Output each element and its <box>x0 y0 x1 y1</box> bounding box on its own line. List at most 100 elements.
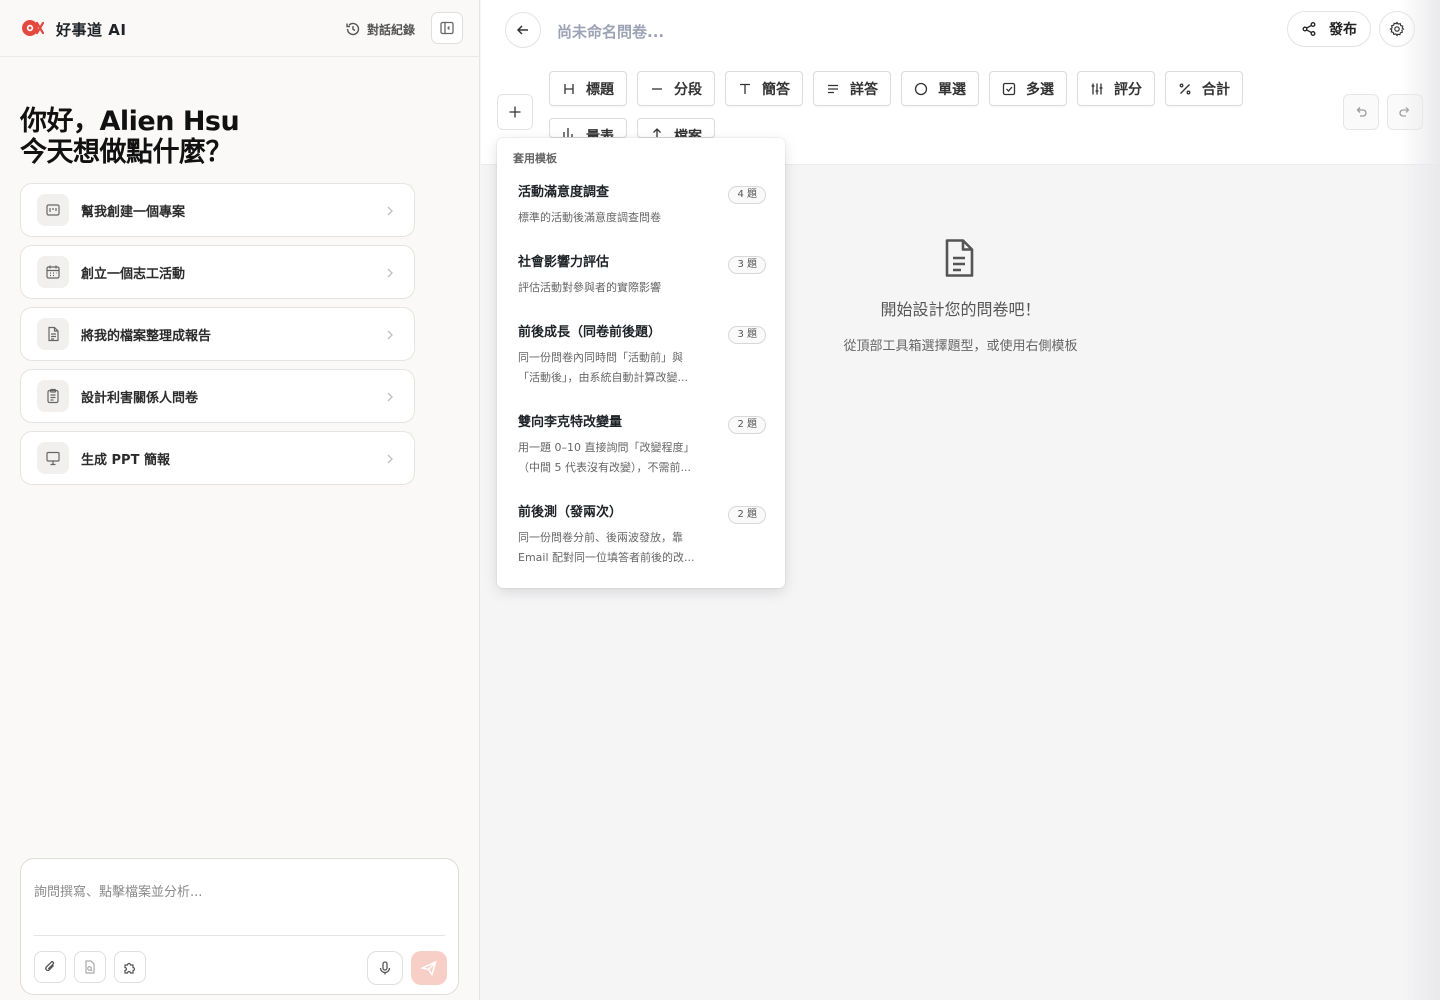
undo-icon <box>1353 104 1369 120</box>
survey-title[interactable]: 尚未命名問卷... <box>557 21 664 42</box>
assistant-sidebar: 好事道 AI 對話紀錄 你好，Alien Hsu 今天想做點什麼？ 幫我創建一個… <box>0 0 480 1000</box>
sidebar-header: 好事道 AI 對話紀錄 <box>0 0 480 57</box>
chevron-right-icon <box>384 452 396 466</box>
suggestion-create-project[interactable]: 幫我創建一個專案 <box>20 183 415 237</box>
send-button[interactable] <box>411 951 447 985</box>
tool-long-answer[interactable]: 詳答 <box>813 71 891 106</box>
greeting-line-1: 你好，Alien Hsu <box>20 106 240 137</box>
tool-label: 詳答 <box>850 81 878 98</box>
tool-label: 標題 <box>586 81 614 98</box>
suggestion-generate-ppt[interactable]: 生成 PPT 簡報 <box>20 431 415 485</box>
heading-icon <box>562 82 576 96</box>
file-analysis-button[interactable] <box>74 951 106 983</box>
history-label: 對話紀錄 <box>367 22 416 37</box>
tool-multiple-choice[interactable]: 多選 <box>989 71 1067 106</box>
chevron-right-icon <box>384 328 396 342</box>
question-count-badge: 3 題 <box>728 326 766 344</box>
question-count-badge: 4 題 <box>728 186 766 204</box>
tool-label: 單選 <box>938 81 966 98</box>
percent-icon <box>1178 82 1192 96</box>
suggestion-label: 生成 PPT 簡報 <box>81 452 170 468</box>
suggestion-volunteer-event[interactable]: 創立一個志工活動 <box>20 245 415 299</box>
suggestion-list: 幫我創建一個專案 創立一個志工活動 將我的檔案整理成報告 設計利害關係人問卷 生… <box>20 183 415 493</box>
template-desc-line: 「活動後」，由系統自動計算改變... <box>518 371 688 384</box>
collapse-sidebar-button[interactable] <box>431 12 463 44</box>
tool-single-choice[interactable]: 單選 <box>901 71 979 106</box>
tool-heading[interactable]: 標題 <box>549 71 627 106</box>
tool-label: 多選 <box>1026 81 1054 98</box>
puzzle-icon <box>122 959 138 975</box>
template-item[interactable]: 前後測（發兩次） 同一份問卷分前、後兩波發放，靠 Email 配對同一位填答者前… <box>518 504 766 568</box>
checkbox-icon <box>1002 82 1016 96</box>
sidebar-toggle-icon <box>439 20 455 36</box>
arrow-left-icon <box>515 22 531 38</box>
tool-label: 檔案 <box>674 129 702 138</box>
greeting-heading: 你好，Alien Hsu 今天想做點什麼？ <box>20 106 240 168</box>
suggestion-files-to-report[interactable]: 將我的檔案整理成報告 <box>20 307 415 361</box>
tool-scale[interactable]: 量表 <box>549 118 627 138</box>
template-desc-line: 用一題 0–10 直接詢問「改變程度」 <box>518 441 695 454</box>
publish-button[interactable]: 發布 <box>1287 11 1371 47</box>
template-desc-line: 同一份問卷分前、後兩波發放，靠 <box>518 531 683 544</box>
app-name: 好事道 AI <box>56 21 127 39</box>
file-search-icon <box>82 959 98 975</box>
plugins-button[interactable] <box>114 951 146 983</box>
template-desc: 標準的活動後滿意度調查問卷 <box>518 211 661 224</box>
chat-composer[interactable]: 詢問撰寫、點擊檔案並分析... <box>20 858 459 995</box>
composer-divider <box>34 935 445 936</box>
project-board-icon <box>37 194 69 226</box>
template-item[interactable]: 雙向李克特改變量 用一題 0–10 直接詢問「改變程度」 （中間 5 代表沒有改… <box>518 414 766 478</box>
tool-label: 分段 <box>674 81 702 98</box>
template-desc: 用一題 0–10 直接詢問「改變程度」 （中間 5 代表沒有改變），不需前... <box>518 438 708 478</box>
calendar-icon <box>37 256 69 288</box>
composer-input[interactable]: 詢問撰寫、點擊檔案並分析... <box>34 881 202 900</box>
text-icon <box>738 82 752 96</box>
tool-total[interactable]: 合計 <box>1165 71 1243 106</box>
scale-icon <box>562 126 576 137</box>
suggestion-label: 設計利害關係人問卷 <box>81 390 199 406</box>
radio-icon <box>914 82 928 96</box>
tool-section[interactable]: 分段 <box>637 71 715 106</box>
document-icon <box>37 318 69 350</box>
suggestion-label: 幫我創建一個專案 <box>81 204 186 220</box>
tool-label: 量表 <box>586 129 614 138</box>
undo-button[interactable] <box>1343 94 1379 130</box>
back-button[interactable] <box>505 12 541 48</box>
template-desc-line: （中間 5 代表沒有改變），不需前... <box>518 461 691 474</box>
divider-icon <box>650 82 664 96</box>
history-button[interactable]: 對話紀錄 <box>345 18 415 40</box>
plus-icon <box>508 105 522 119</box>
greeting-line-2: 今天想做點什麼？ <box>20 137 233 168</box>
template-desc: 同一份問卷分前、後兩波發放，靠 Email 配對同一位填答者前後的改... <box>518 528 708 568</box>
template-item[interactable]: 活動滿意度調查 標準的活動後滿意度調查問卷 4 題 <box>518 184 766 228</box>
suggestion-label: 創立一個志工活動 <box>81 266 186 282</box>
tool-file-upload[interactable]: 檔案 <box>637 118 715 138</box>
microphone-icon <box>377 960 393 976</box>
panel-edge-shadow <box>1400 0 1440 1000</box>
sliders-icon <box>1090 82 1104 96</box>
template-item[interactable]: 社會影響力評估 評估活動對參與者的實際影響 3 題 <box>518 254 766 298</box>
share-icon <box>1301 21 1317 37</box>
template-desc-line: 同一份問卷內同時問「活動前」與 <box>518 351 683 364</box>
voice-input-button[interactable] <box>367 951 403 985</box>
upload-icon <box>650 126 664 137</box>
attach-file-button[interactable] <box>34 951 66 983</box>
template-item[interactable]: 前後成長（同卷前後題） 同一份問卷內同時問「活動前」與 「活動後」，由系統自動計… <box>518 324 766 388</box>
tool-label: 簡答 <box>762 81 790 98</box>
paperclip-icon <box>42 959 58 975</box>
paragraph-icon <box>826 82 840 96</box>
tool-rating[interactable]: 評分 <box>1077 71 1155 106</box>
clipboard-icon <box>37 380 69 412</box>
template-desc: 同一份問卷內同時問「活動前」與 「活動後」，由系統自動計算改變... <box>518 348 708 388</box>
tool-label: 合計 <box>1202 81 1230 98</box>
suggestion-stakeholder-survey[interactable]: 設計利害關係人問卷 <box>20 369 415 423</box>
tool-label: 評分 <box>1114 81 1142 98</box>
send-icon <box>420 959 438 977</box>
publish-label: 發布 <box>1329 22 1357 38</box>
add-question-button[interactable] <box>497 94 533 130</box>
chevron-right-icon <box>384 390 396 404</box>
tool-short-answer[interactable]: 簡答 <box>725 71 803 106</box>
document-icon <box>942 238 976 278</box>
presentation-icon <box>37 442 69 474</box>
history-icon <box>345 21 361 37</box>
